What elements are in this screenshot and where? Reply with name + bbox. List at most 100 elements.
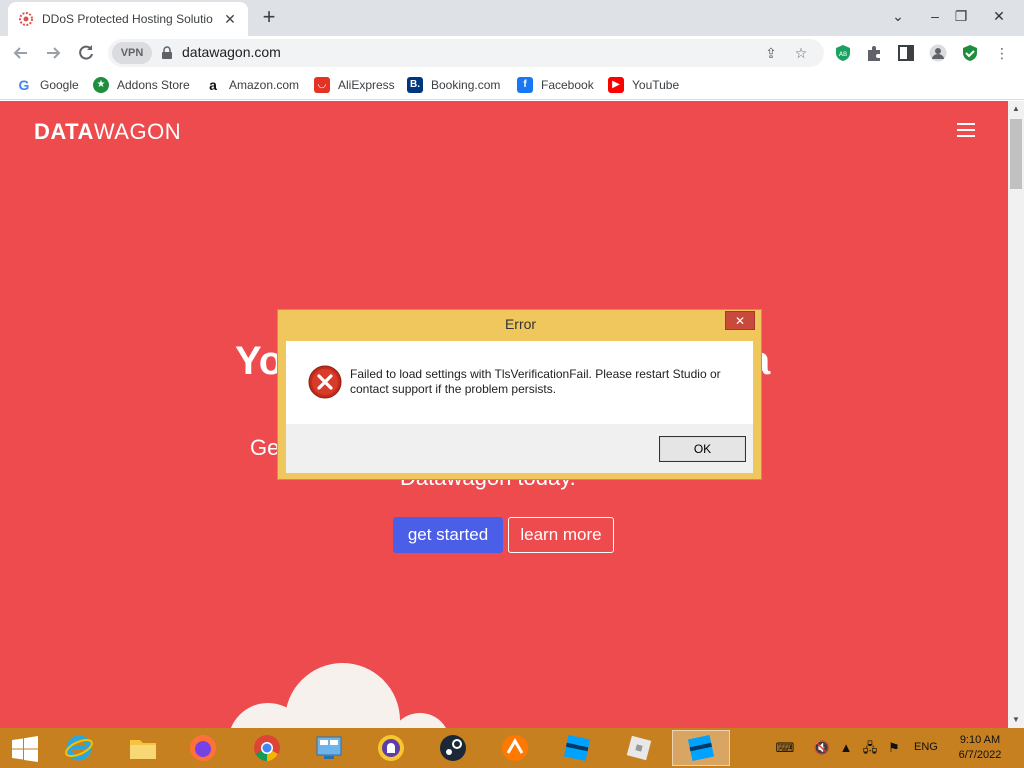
scroll-thumb[interactable] — [1010, 119, 1022, 189]
address-bar[interactable]: VPN datawagon.com ⇪ ☆ — [108, 39, 824, 67]
adblock-extension-icon[interactable]: AB — [834, 44, 852, 62]
bookmark-label: Booking.com — [431, 78, 501, 92]
bookmark-star-icon[interactable]: ☆ — [792, 44, 810, 62]
error-message: Failed to load settings with TlsVerifica… — [350, 367, 721, 396]
steam-app[interactable] — [424, 730, 482, 766]
browser-tab[interactable]: DDoS Protected Hosting Solutio ✕ — [8, 2, 248, 36]
vpn-client-app[interactable] — [362, 730, 420, 766]
side-panel-icon[interactable] — [897, 44, 915, 62]
security-shield-icon[interactable] — [961, 44, 979, 62]
chrome-icon — [254, 735, 280, 761]
bookmark-aliexpress[interactable]: ◡ AliExpress — [314, 75, 395, 95]
taskbar: ⌨ 🔇 ▲ 🖧 ⚑ ENG 9:10 AM 6/7/2022 — [0, 728, 1024, 768]
roblox-studio-icon — [687, 734, 715, 762]
window-close-button[interactable]: ✕ — [984, 4, 1014, 28]
restore-button[interactable]: ❐ — [946, 4, 976, 28]
ok-button[interactable]: OK — [659, 436, 746, 462]
bookmark-youtube[interactable]: ▶ YouTube — [608, 75, 679, 95]
bookmark-amazon[interactable]: a Amazon.com — [205, 75, 299, 95]
back-button[interactable] — [8, 40, 34, 66]
cloud-illustration — [285, 663, 400, 728]
bookmark-label: Amazon.com — [229, 78, 300, 92]
scroll-up-icon[interactable]: ▲ — [1008, 101, 1024, 117]
vpn-badge[interactable]: VPN — [112, 42, 152, 64]
tab-title: DDoS Protected Hosting Solutio — [42, 12, 213, 26]
tab-close-icon[interactable]: ✕ — [222, 11, 238, 27]
arrow-right-icon — [47, 47, 61, 59]
more-menu-icon[interactable]: ⋮ — [993, 44, 1011, 62]
site-logo[interactable]: DATAWAGON — [34, 119, 181, 145]
network-icon[interactable]: 🖧 — [860, 738, 880, 758]
dialog-footer: OK — [286, 424, 753, 473]
roblox-icon — [626, 735, 652, 761]
scroll-down-icon[interactable]: ▼ — [1008, 712, 1024, 728]
facebook-icon: f — [517, 77, 533, 93]
dialog-close-button[interactable]: ✕ — [725, 311, 755, 330]
aliexpress-icon: ◡ — [314, 77, 330, 93]
learn-more-button[interactable]: learn more — [508, 517, 614, 553]
get-started-button[interactable]: get started — [393, 517, 503, 553]
booking-icon: B. — [407, 77, 423, 93]
input-language[interactable]: ENG — [914, 741, 938, 753]
roblox-studio-app[interactable] — [548, 730, 606, 766]
hamburger-menu-icon[interactable] — [957, 123, 975, 137]
logo-light-text: WAGON — [93, 119, 182, 144]
forward-button[interactable] — [40, 40, 66, 66]
error-icon — [308, 365, 342, 399]
page-scrollbar[interactable]: ▲ ▼ — [1008, 101, 1024, 728]
action-center-icon[interactable]: ⚑ — [884, 738, 904, 758]
dialog-title: Error — [504, 316, 537, 332]
vpn-client-icon — [378, 735, 404, 761]
volume-muted-icon[interactable]: 🔇 — [812, 738, 832, 758]
folder-icon — [130, 740, 156, 759]
bookmark-label: Google — [40, 78, 79, 92]
extensions-puzzle-icon[interactable] — [865, 44, 883, 62]
amazon-icon: a — [209, 77, 217, 93]
roblox-studio-icon — [563, 734, 591, 762]
tab-search-chevron-icon[interactable]: ⌄ — [883, 4, 913, 28]
site-favicon-icon — [19, 12, 33, 26]
bookmark-addons-store[interactable]: ★ Addons Store — [93, 75, 190, 95]
bookmark-label: AliExpress — [338, 78, 395, 92]
system-clock[interactable]: 9:10 AM 6/7/2022 — [950, 733, 1010, 763]
new-tab-button[interactable]: + — [256, 6, 282, 30]
share-icon[interactable]: ⇪ — [762, 44, 780, 62]
file-explorer-app[interactable] — [114, 730, 172, 766]
browser-toolbar: VPN datawagon.com ⇪ ☆ AB ⋮ — [0, 36, 1024, 70]
firefox-app[interactable] — [174, 730, 232, 766]
avast-tray-icon[interactable]: ▲ — [836, 738, 856, 758]
clock-time: 9:10 AM — [959, 734, 1001, 746]
svg-text:AB: AB — [839, 51, 847, 58]
chrome-app[interactable] — [238, 730, 296, 766]
arrow-left-icon — [13, 47, 27, 59]
bookmark-facebook[interactable]: f Facebook — [517, 75, 594, 95]
bookmark-label: YouTube — [632, 78, 680, 92]
reload-icon — [79, 45, 93, 60]
dialog-body: Failed to load settings with TlsVerifica… — [286, 341, 753, 473]
bookmark-google[interactable]: G Google — [16, 75, 79, 95]
google-icon: G — [18, 77, 30, 93]
steam-icon — [440, 735, 466, 761]
control-panel-app[interactable] — [300, 730, 358, 766]
url-text: datawagon.com — [182, 44, 281, 60]
avast-icon — [502, 735, 528, 761]
lock-icon — [162, 46, 172, 59]
hero-title: Yo — [235, 339, 284, 383]
bookmarks-bar: G Google ★ Addons Store a Amazon.com ◡ A… — [0, 70, 1024, 100]
avast-app[interactable] — [486, 730, 544, 766]
windows-start-icon[interactable] — [10, 736, 40, 762]
bookmark-label: Facebook — [541, 78, 594, 92]
logo-bold-text: DATA — [34, 119, 94, 144]
clock-date: 6/7/2022 — [958, 749, 1002, 761]
firefox-icon — [190, 735, 216, 761]
youtube-icon: ▶ — [608, 77, 624, 93]
internet-explorer-app[interactable] — [50, 730, 108, 766]
roblox-app[interactable] — [610, 730, 668, 766]
internet-explorer-icon — [65, 735, 93, 761]
control-panel-icon — [316, 736, 342, 759]
reload-button[interactable] — [73, 40, 99, 66]
roblox-studio-active-app[interactable] — [672, 730, 730, 766]
bookmark-booking[interactable]: B. Booking.com — [407, 75, 500, 95]
profile-avatar-icon[interactable] — [929, 44, 947, 62]
keyboard-icon[interactable]: ⌨ — [770, 738, 800, 758]
